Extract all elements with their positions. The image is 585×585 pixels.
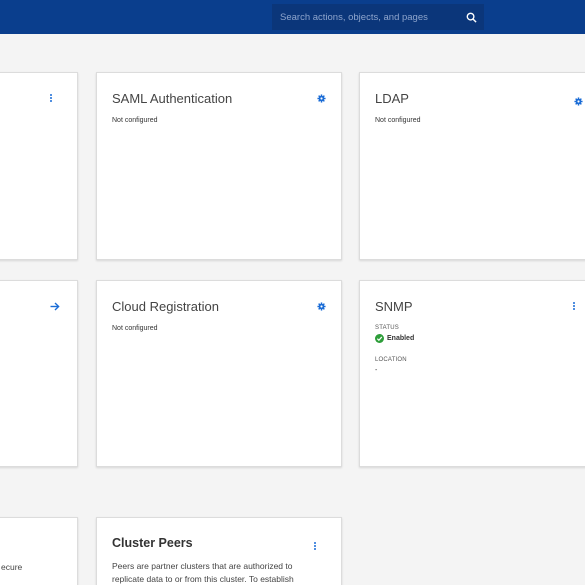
description-line-2: replicate data to or from this cluster. … bbox=[112, 574, 294, 584]
status-value: Enabled bbox=[375, 334, 414, 343]
card-status: Not configured bbox=[375, 117, 421, 124]
location-label: LOCATION bbox=[375, 357, 407, 363]
partial-text: ecure bbox=[1, 562, 23, 572]
gear-icon[interactable] bbox=[315, 91, 327, 105]
card-title: Cloud Registration bbox=[112, 299, 219, 314]
card-cloud-registration: Cloud Registration Not configured bbox=[96, 280, 342, 467]
card-partial-top-left bbox=[0, 72, 78, 260]
description-line-1: Peers are partner clusters that are auth… bbox=[112, 561, 293, 571]
card-ldap: LDAP Not configured bbox=[359, 72, 585, 260]
location-value: - bbox=[375, 367, 378, 374]
kebab-menu-icon[interactable] bbox=[45, 91, 57, 105]
kebab-menu-icon[interactable] bbox=[309, 539, 321, 553]
kebab-menu-icon[interactable] bbox=[568, 299, 580, 313]
card-status: Not configured bbox=[112, 117, 158, 124]
arrow-right-icon[interactable] bbox=[49, 299, 61, 313]
check-circle-icon bbox=[375, 334, 384, 343]
card-cluster-peers: Cluster Peers Peers are partner clusters… bbox=[96, 517, 342, 585]
card-title: Cluster Peers bbox=[112, 536, 193, 550]
card-saml-authentication: SAML Authentication Not configured bbox=[96, 72, 342, 260]
status-label: STATUS bbox=[375, 325, 399, 331]
gear-icon[interactable] bbox=[572, 94, 584, 108]
card-partial-bottom-left: ecure bbox=[0, 517, 78, 585]
status-text: Enabled bbox=[387, 335, 415, 342]
card-title: SAML Authentication bbox=[112, 91, 233, 106]
global-search[interactable] bbox=[272, 4, 484, 30]
search-input[interactable] bbox=[280, 11, 458, 23]
card-description: Peers are partner clusters that are auth… bbox=[112, 560, 322, 585]
gear-icon[interactable] bbox=[315, 299, 327, 313]
search-icon[interactable] bbox=[458, 4, 484, 30]
card-title: SNMP bbox=[375, 299, 413, 314]
card-partial-mid-left bbox=[0, 280, 78, 467]
top-bar bbox=[0, 0, 585, 34]
card-title: LDAP bbox=[375, 91, 409, 106]
card-status: Not configured bbox=[112, 325, 158, 332]
card-snmp: SNMP STATUS Enabled LOCATION - bbox=[359, 280, 585, 467]
